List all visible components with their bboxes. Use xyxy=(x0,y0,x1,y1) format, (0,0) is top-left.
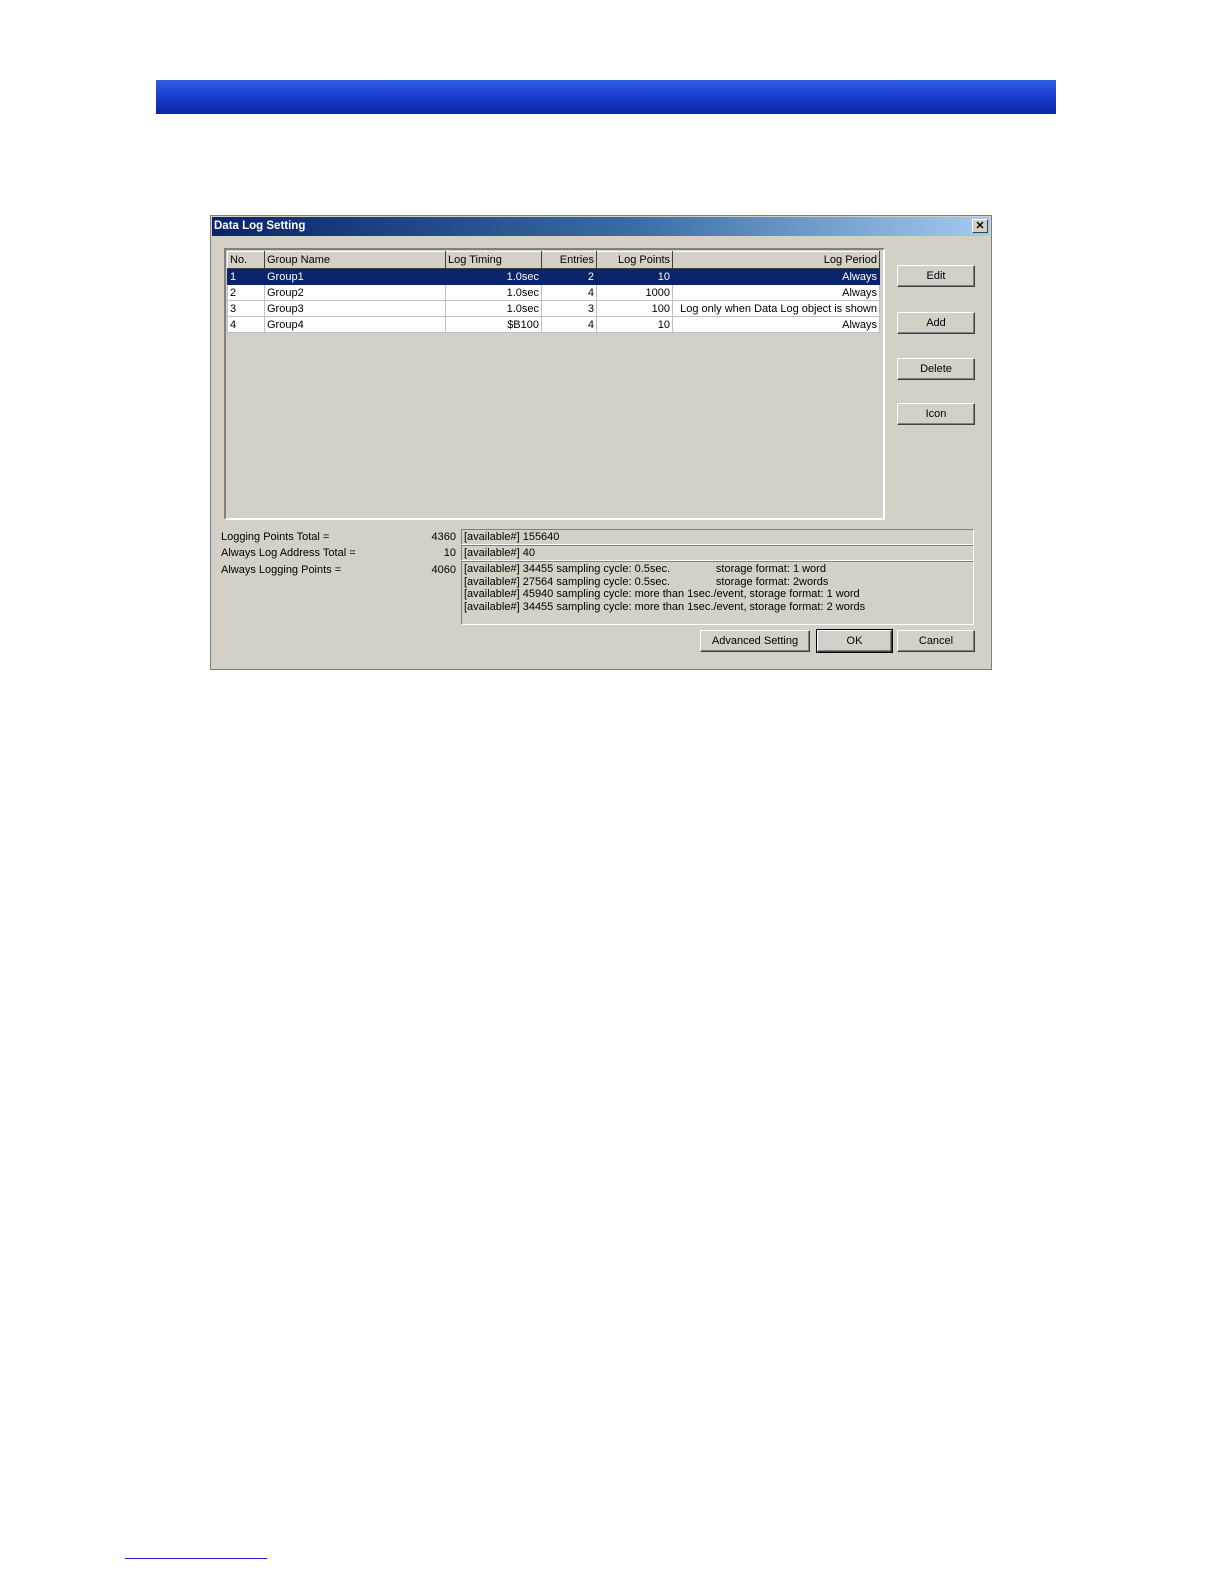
sampling-info-line: [available#] 45940 sampling cycle: more … xyxy=(464,588,860,600)
column-header-log-timing[interactable]: Log Timing xyxy=(445,251,542,269)
cell-log-timing: 1.0sec xyxy=(445,284,542,301)
cell-entries: 2 xyxy=(541,268,597,285)
sampling-info-line: [available#] 34455 sampling cycle: 0.5se… xyxy=(464,563,826,575)
column-header-entries[interactable]: Entries xyxy=(541,251,597,269)
cell-log-period: Always xyxy=(672,268,880,285)
cell-entries: 3 xyxy=(541,300,597,317)
always-log-address-total-value: 10 xyxy=(443,547,456,559)
logging-points-available-text: [available#] 155640 xyxy=(464,531,560,543)
cell-log-points: 10 xyxy=(596,268,673,285)
advanced-setting-button[interactable]: Advanced Setting xyxy=(700,630,810,652)
always-log-address-total-label: Always Log Address Total = xyxy=(221,547,356,559)
sampling-info-line: [available#] 34455 sampling cycle: more … xyxy=(464,600,866,613)
page-header-bar xyxy=(156,80,1056,114)
cell-log-timing: 1.0sec xyxy=(445,268,542,285)
cell-group-name: Group4 xyxy=(264,316,446,333)
column-header-log-period[interactable]: Log Period xyxy=(672,251,880,269)
cell-log-points: 10 xyxy=(596,316,673,333)
always-logging-points-label: Always Logging Points = xyxy=(221,564,342,576)
cell-no: 3 xyxy=(227,300,265,317)
logging-points-total-label: Logging Points Total = xyxy=(221,531,330,543)
close-icon[interactable]: ✕ xyxy=(972,219,988,233)
cell-log-points: 1000 xyxy=(596,284,673,301)
add-button[interactable]: Add xyxy=(897,312,975,334)
address-available-text: [available#] 40 xyxy=(464,547,535,559)
sampling-info-box: [available#] 34455 sampling cycle: 0.5se… xyxy=(461,561,974,625)
cell-log-points: 100 xyxy=(596,300,673,317)
cell-entries: 4 xyxy=(541,316,597,333)
cell-no: 1 xyxy=(227,268,265,285)
column-header-log-points[interactable]: Log Points xyxy=(596,251,673,269)
cell-log-period: Always xyxy=(672,316,880,333)
table-row[interactable]: 2 Group2 1.0sec 4 1000 Always xyxy=(227,284,880,301)
cell-group-name: Group3 xyxy=(264,300,446,317)
group-table: No. Group Name Log Timing Entries Log Po… xyxy=(227,251,880,333)
cell-group-name: Group1 xyxy=(264,268,446,285)
table-header-row: No. Group Name Log Timing Entries Log Po… xyxy=(227,251,880,269)
title-bar: Data Log Setting ✕ xyxy=(212,217,990,236)
table-row[interactable]: 3 Group3 1.0sec 3 100 Log only when Data… xyxy=(227,300,880,317)
table-row[interactable]: 1 Group1 1.0sec 2 10 Always xyxy=(227,268,880,285)
logging-points-total-value: 4360 xyxy=(431,531,456,543)
logging-points-available-box: [available#] 155640 xyxy=(461,529,974,545)
cell-log-period: Always xyxy=(672,284,880,301)
cell-no: 2 xyxy=(227,284,265,301)
cell-log-timing: 1.0sec xyxy=(445,300,542,317)
sampling-info-line: [available#] 27564 sampling cycle: 0.5se… xyxy=(464,575,829,588)
column-header-no[interactable]: No. xyxy=(227,251,265,269)
cell-log-timing: $B100 xyxy=(445,316,542,333)
data-log-setting-dialog: Data Log Setting ✕ No. Group Name Log Ti… xyxy=(210,215,992,670)
cancel-button[interactable]: Cancel xyxy=(897,630,975,652)
ok-button[interactable]: OK xyxy=(816,629,893,653)
column-header-group-name[interactable]: Group Name xyxy=(264,251,446,269)
icon-button[interactable]: Icon xyxy=(897,403,975,425)
delete-button[interactable]: Delete xyxy=(897,358,975,380)
table-row[interactable]: 4 Group4 $B100 4 10 Always xyxy=(227,316,880,333)
address-available-box: [available#] 40 xyxy=(461,545,974,561)
cell-log-period: Log only when Data Log object is shown xyxy=(672,300,880,317)
cell-group-name: Group2 xyxy=(264,284,446,301)
always-logging-points-value: 4060 xyxy=(431,564,456,576)
cell-no: 4 xyxy=(227,316,265,333)
dialog-title: Data Log Setting xyxy=(214,220,306,232)
footer-link-line xyxy=(125,1558,267,1559)
cell-entries: 4 xyxy=(541,284,597,301)
edit-button[interactable]: Edit xyxy=(897,265,975,287)
group-list[interactable]: No. Group Name Log Timing Entries Log Po… xyxy=(224,248,885,520)
